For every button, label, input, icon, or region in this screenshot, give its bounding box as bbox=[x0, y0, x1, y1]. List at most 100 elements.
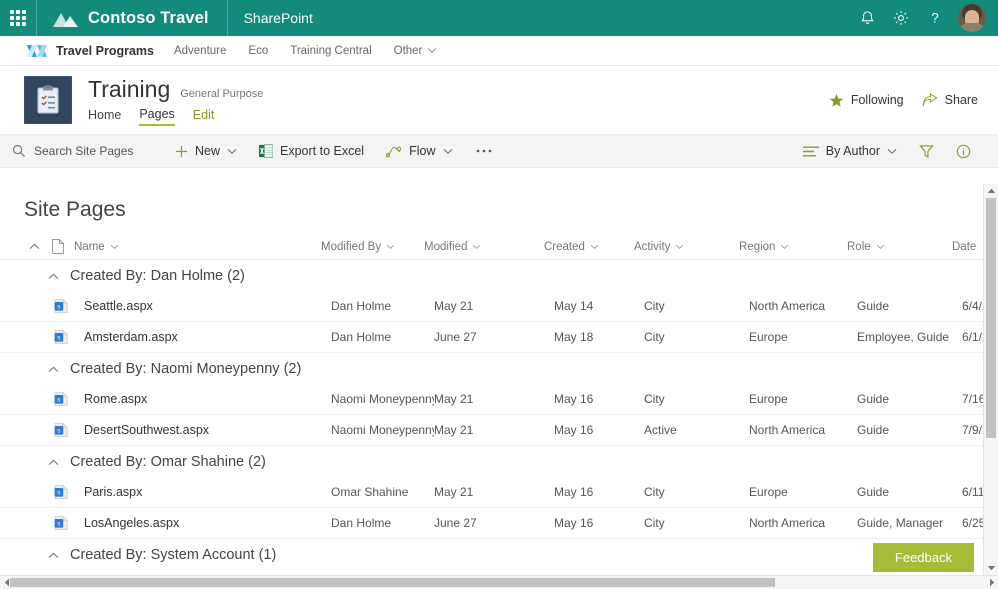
column-header-created[interactable]: Created bbox=[544, 241, 634, 253]
aspx-file-icon: s bbox=[54, 422, 84, 438]
row-cell-role: Guide bbox=[857, 299, 890, 313]
new-button[interactable]: New bbox=[164, 134, 248, 168]
flow-button[interactable]: Flow bbox=[375, 134, 463, 168]
column-header-role-label: Role bbox=[847, 240, 871, 253]
column-header-region[interactable]: Region bbox=[739, 241, 847, 253]
site-logo-clipboard-icon[interactable] bbox=[24, 76, 72, 124]
row-cell-modified: June 27 bbox=[434, 516, 477, 530]
search-input[interactable] bbox=[34, 144, 152, 158]
scroll-down-arrow-icon[interactable] bbox=[984, 561, 998, 575]
row-cell-modified-by: Naomi Moneypenny bbox=[331, 423, 434, 437]
hub-link-other[interactable]: Other bbox=[394, 45, 438, 57]
column-header-activity[interactable]: Activity bbox=[634, 241, 739, 253]
user-avatar[interactable] bbox=[958, 4, 986, 32]
chevron-down-icon bbox=[781, 244, 789, 249]
site-header: Training General Purpose Home Pages Edit… bbox=[0, 66, 998, 134]
column-header-date-label: Date bbox=[952, 240, 977, 253]
flow-icon bbox=[386, 146, 402, 158]
group-collapse-chevron-icon[interactable] bbox=[48, 547, 70, 563]
row-file-name[interactable]: Paris.aspx bbox=[84, 485, 331, 499]
search-site-pages[interactable] bbox=[12, 144, 152, 158]
row-file-name[interactable]: Seattle.aspx bbox=[84, 299, 331, 313]
export-to-excel-button[interactable]: Export to Excel bbox=[248, 134, 375, 168]
hub-link-adventure[interactable]: Adventure bbox=[174, 45, 226, 57]
share-button[interactable]: Share bbox=[922, 92, 978, 108]
chevron-down-icon bbox=[887, 148, 897, 154]
chevron-down-icon bbox=[227, 148, 237, 154]
suite-actions: ? bbox=[850, 0, 998, 36]
new-label: New bbox=[195, 144, 221, 158]
hub-link-eco[interactable]: Eco bbox=[248, 45, 268, 57]
collapse-all-chevron-icon[interactable] bbox=[0, 243, 40, 250]
brand-name: Contoso Travel bbox=[88, 8, 209, 27]
table-row[interactable]: s DesertSouthwest.aspx Naomi Moneypenny May… bbox=[0, 415, 998, 446]
group-header-row[interactable]: Created By: System Account (1) bbox=[0, 539, 998, 570]
settings-gear-icon[interactable] bbox=[884, 0, 918, 36]
grid-header-row: Name Modified By Modified Created Activi… bbox=[0, 234, 998, 260]
command-bar-items: New Export to Excel Flow bbox=[164, 134, 504, 168]
site-tab-home[interactable]: Home bbox=[88, 108, 121, 125]
group-collapse-chevron-icon[interactable] bbox=[48, 268, 70, 284]
group-by-author-button[interactable]: By Author bbox=[792, 134, 908, 168]
row-file-name[interactable]: Rome.aspx bbox=[84, 392, 331, 406]
vertical-scrollbar-thumb[interactable] bbox=[986, 198, 996, 438]
details-info-button[interactable] bbox=[945, 134, 982, 168]
vertical-scrollbar[interactable] bbox=[983, 184, 998, 575]
grid-body: Created By: Dan Holme (2) s Seattle.aspx Da… bbox=[0, 260, 998, 570]
site-tab-pages[interactable]: Pages bbox=[139, 107, 175, 126]
table-row[interactable]: s LosAngeles.aspx Dan Holme June 27 May 16 Ci… bbox=[0, 508, 998, 539]
site-pages-list-area: Site Pages Name Modified By Modified Cre… bbox=[0, 184, 998, 575]
column-header-role[interactable]: Role bbox=[847, 241, 952, 253]
suite-bar: Contoso Travel SharePoint ? bbox=[0, 0, 998, 36]
list-title: Site Pages bbox=[24, 198, 126, 221]
document-type-column-icon[interactable] bbox=[40, 239, 74, 254]
group-by-label: By Author bbox=[825, 144, 880, 158]
table-row[interactable]: s Paris.aspx Omar Shahine May 21 May 16 City E… bbox=[0, 477, 998, 508]
hub-title[interactable]: Travel Programs bbox=[56, 44, 154, 58]
scroll-right-arrow-icon[interactable] bbox=[985, 576, 998, 589]
table-row[interactable]: s Rome.aspx Naomi Moneypenny May 21 May 16 Ci… bbox=[0, 384, 998, 415]
export-to-excel-label: Export to Excel bbox=[280, 144, 365, 158]
ellipsis-icon bbox=[476, 149, 491, 153]
suite-app-name[interactable]: SharePoint bbox=[228, 0, 329, 36]
site-actions: Following Share bbox=[829, 92, 978, 108]
row-cell-modified-by: Dan Holme bbox=[331, 516, 392, 530]
site-identity: Training General Purpose Home Pages Edit bbox=[88, 75, 263, 126]
horizontal-scrollbar-thumb[interactable] bbox=[10, 578, 775, 587]
group-header-row[interactable]: Created By: Naomi Moneypenny (2) bbox=[0, 353, 998, 384]
group-header-label: Created By: Omar Shahine (2) bbox=[70, 453, 266, 470]
group-list-icon bbox=[802, 146, 819, 156]
notifications-bell-icon[interactable] bbox=[850, 0, 884, 36]
table-row[interactable]: s Seattle.aspx Dan Holme May 21 May 14 City No… bbox=[0, 291, 998, 322]
group-header-row[interactable]: Created By: Dan Holme (2) bbox=[0, 260, 998, 291]
filter-button[interactable] bbox=[908, 134, 945, 168]
group-collapse-chevron-icon[interactable] bbox=[48, 361, 70, 377]
site-title[interactable]: Training bbox=[88, 75, 170, 103]
more-commands-button[interactable] bbox=[464, 134, 504, 168]
column-header-modified-by[interactable]: Modified By bbox=[321, 241, 424, 253]
following-button[interactable]: Following bbox=[829, 93, 904, 108]
horizontal-scrollbar[interactable] bbox=[0, 575, 998, 589]
column-header-name[interactable]: Name bbox=[74, 241, 321, 253]
site-tab-edit[interactable]: Edit bbox=[193, 108, 215, 125]
help-question-icon[interactable]: ? bbox=[918, 0, 952, 36]
row-file-name[interactable]: LosAngeles.aspx bbox=[84, 516, 331, 530]
app-launcher-waffle-icon[interactable] bbox=[0, 0, 36, 36]
hub-link-training-central[interactable]: Training Central bbox=[290, 45, 371, 57]
table-row[interactable]: s Amsterdam.aspx Dan Holme June 27 May 18 Cit… bbox=[0, 322, 998, 353]
column-header-modified-label: Modified bbox=[424, 240, 468, 253]
scroll-up-arrow-icon[interactable] bbox=[984, 184, 998, 198]
group-header-label: Created By: System Account (1) bbox=[70, 546, 277, 563]
row-cell-activity: City bbox=[644, 299, 665, 313]
feedback-button[interactable]: Feedback bbox=[872, 543, 974, 572]
column-header-modified[interactable]: Modified bbox=[424, 241, 544, 253]
row-file-name[interactable]: DesertSouthwest.aspx bbox=[84, 423, 331, 437]
column-header-region-label: Region bbox=[739, 240, 776, 253]
flow-label: Flow bbox=[409, 144, 436, 158]
svg-text:s: s bbox=[57, 521, 60, 528]
group-collapse-chevron-icon[interactable] bbox=[48, 454, 70, 470]
row-cell-created: May 16 bbox=[554, 516, 594, 530]
brand-link[interactable]: Contoso Travel bbox=[37, 0, 227, 36]
row-file-name[interactable]: Amsterdam.aspx bbox=[84, 330, 331, 344]
group-header-row[interactable]: Created By: Omar Shahine (2) bbox=[0, 446, 998, 477]
